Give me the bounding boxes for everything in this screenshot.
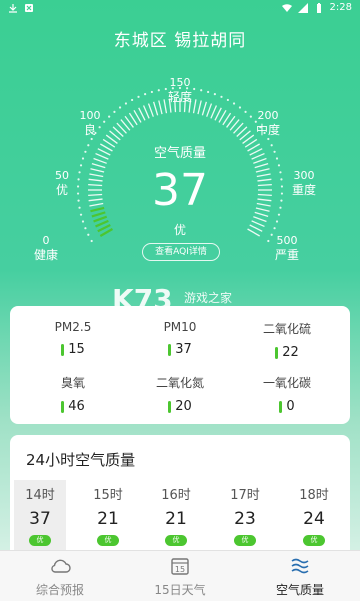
gauge-scale-150: 150 轻度 (167, 76, 192, 104)
nav-forecast[interactable]: 综合预报 (0, 551, 120, 601)
hourly-list[interactable]: 14时 37 优 15时 21 优 16时 21 优 17时 23 优 18时 … (14, 480, 344, 550)
gauge-dot (90, 137, 93, 141)
level-bar (168, 343, 172, 356)
pollutant-pm10: PM10 37 (163, 320, 197, 357)
aqi-detail-button[interactable]: 查看AQI详情 (142, 243, 220, 261)
calendar-15-icon: 15 (171, 558, 189, 575)
level-badge: 优 (29, 535, 51, 546)
level-bar (168, 400, 172, 413)
gauge-dot (90, 239, 93, 243)
gauge-dot (238, 106, 242, 109)
aqi-title: 空气质量 (153, 146, 206, 161)
gauge-dot (124, 102, 128, 105)
level-bar (275, 346, 279, 359)
level-badge: 优 (303, 535, 325, 546)
gauge-dot (150, 90, 153, 94)
gauge-tick (214, 107, 222, 121)
gauge-dot (113, 110, 116, 113)
level-badge: 优 (97, 535, 119, 546)
gauge-dot (220, 95, 223, 98)
cloud-icon (51, 559, 71, 573)
gauge-tick (138, 107, 146, 121)
nav-air-quality[interactable]: 空气质量 (240, 551, 360, 601)
pollutant-so2: 二氧化硫 22 (262, 322, 311, 360)
gauge-tick (201, 101, 208, 116)
hour-item[interactable]: 17时 23 优 (219, 480, 271, 550)
gauge-dot (137, 95, 140, 98)
gauge-dot (213, 93, 216, 96)
aqi-level: 优 (173, 223, 186, 237)
pollutant-pm25: PM2.5 15 (54, 320, 92, 357)
hour-item[interactable]: 18时 24 优 (288, 480, 340, 550)
gauge-scale-100: 100 良 (79, 109, 101, 137)
gauge-tick (147, 103, 154, 117)
level-bar (61, 343, 65, 356)
pollutants-card: PM2.5 15 PM10 37 二氧化硫 22 臭氧 46 二氧化氮 20 一… (10, 306, 350, 424)
gauge-dot (226, 98, 229, 102)
hourly-title: 24小时空气质量 (26, 451, 136, 469)
gauge-tick (210, 105, 218, 119)
hour-item[interactable]: 15时 21 优 (82, 480, 134, 550)
gauge-dot (144, 93, 147, 96)
level-badge: 优 (234, 535, 256, 546)
level-bar (279, 400, 283, 413)
watermark-text: 游戏之家 (184, 291, 233, 305)
wind-waves-icon (291, 558, 309, 574)
bottom-nav: 综合预报 15 15日天气 空气质量 (0, 550, 360, 601)
svg-text:15: 15 (175, 565, 185, 574)
gauge-dot (207, 90, 210, 94)
hour-item[interactable]: 16时 21 优 (150, 480, 202, 550)
gauge-dot (267, 137, 270, 141)
level-badge: 优 (165, 535, 187, 546)
level-bar (61, 400, 65, 413)
gauge-scale-200: 200 中度 (255, 109, 280, 137)
gauge-dot (131, 98, 134, 102)
aqi-value: 37 (152, 165, 208, 216)
hour-item[interactable]: 14时 37 优 (14, 480, 66, 550)
gauge-dot (118, 106, 122, 109)
pollutant-o3: 臭氧 46 (60, 376, 85, 414)
gauge-tick (142, 105, 150, 119)
hourly-card: 24小时空气质量 14时 37 优 15时 21 优 16时 21 优 17时 … (10, 435, 350, 551)
pollutant-no2: 二氧化氮 20 (155, 376, 204, 414)
gauge-dot (232, 102, 236, 105)
nav-15day[interactable]: 15 15日天气 (120, 551, 240, 601)
pollutant-co: 一氧化碳 0 (262, 376, 311, 414)
gauge-tick (206, 103, 213, 117)
